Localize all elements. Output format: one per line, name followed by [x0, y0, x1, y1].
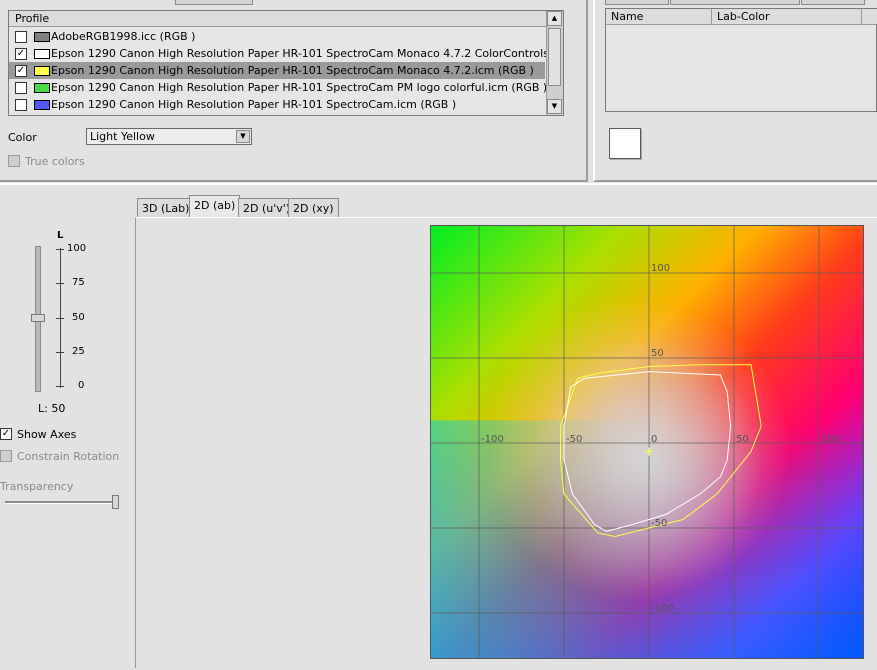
- splitter[interactable]: [0, 183, 877, 185]
- profile-row[interactable]: AdobeRGB1998.icc (RGB ): [9, 28, 545, 45]
- color-label: Color: [8, 131, 37, 144]
- toolbar-button-fragment[interactable]: [670, 0, 800, 5]
- profile-name: AdobeRGB1998.icc (RGB ): [51, 30, 196, 43]
- color-dropdown-value: Light Yellow: [90, 130, 155, 143]
- l-tick-label: 0: [78, 380, 85, 391]
- transparency-thumb[interactable]: [112, 495, 119, 509]
- b-axis-label: 50: [651, 348, 664, 359]
- tab-3d-lab[interactable]: 3D (Lab): [137, 198, 195, 217]
- profile-row[interactable]: ✓ Epson 1290 Canon High Resolution Paper …: [9, 45, 563, 62]
- profile-list[interactable]: Profile AdobeRGB1998.icc (RGB ) ✓ Epson 12…: [8, 10, 564, 116]
- l-slider-thumb[interactable]: [31, 313, 45, 322]
- l-tick-mark: [56, 386, 64, 387]
- show-axes-label: Show Axes: [17, 428, 77, 441]
- scroll-down-icon[interactable]: ▼: [547, 99, 562, 114]
- l-tick-mark: [56, 317, 64, 319]
- scroll-up-icon[interactable]: ▲: [547, 11, 562, 26]
- tab-2d-xy[interactable]: 2D (xy): [288, 198, 339, 217]
- profile-list-header[interactable]: Profile: [9, 11, 546, 27]
- toolbar-button-fragment[interactable]: [175, 0, 253, 5]
- b-axis-label: 100: [651, 263, 670, 274]
- l-tick-mark: [56, 351, 64, 353]
- profile-checkbox[interactable]: [15, 99, 27, 111]
- true-colors-label: True colors: [25, 155, 85, 168]
- ab-plot[interactable]: -100 -50 0 50 100 100 50 -50 -100: [430, 225, 864, 659]
- color-dropdown[interactable]: Light Yellow ▼: [86, 128, 252, 145]
- l-tick-label: 50: [72, 311, 85, 323]
- l-readout: L: 50: [38, 402, 66, 415]
- l-axis-title: L: [57, 230, 64, 241]
- true-colors-checkbox[interactable]: [8, 155, 20, 167]
- a-axis-label: 0: [651, 434, 657, 445]
- b-axis-label: -50: [651, 518, 667, 529]
- profile-checkbox[interactable]: [15, 31, 27, 43]
- l-tick-label: 100: [67, 243, 87, 254]
- scroll-thumb[interactable]: [548, 28, 561, 86]
- tab-2d-uv[interactable]: 2D (u'v'): [238, 198, 296, 217]
- profile-name: Epson 1290 Canon High Resolution Paper H…: [51, 81, 548, 94]
- profile-checkbox[interactable]: ✓: [15, 48, 27, 60]
- toolbar-button-fragment[interactable]: [605, 0, 669, 5]
- profile-row[interactable]: ✓ Epson 1290 Canon High Resolution Paper …: [9, 62, 545, 79]
- profile-name: Epson 1290 Canon High Resolution Paper H…: [51, 47, 564, 60]
- profile-row[interactable]: Epson 1290 Canon High Resolution Paper H…: [9, 96, 545, 113]
- a-axis-label: -50: [566, 434, 582, 445]
- lab-color-column-header[interactable]: Lab-Color: [712, 9, 862, 25]
- transparency-label: Transparency: [0, 480, 74, 493]
- profile-row[interactable]: Epson 1290 Canon High Resolution Paper H…: [9, 79, 548, 96]
- extra-column-header[interactable]: [862, 9, 877, 25]
- a-axis-label: -100: [481, 434, 504, 445]
- toolbar-button-fragment[interactable]: [801, 0, 865, 5]
- show-axes-checkbox[interactable]: ✓: [0, 428, 12, 440]
- constrain-rotation-label: Constrain Rotation: [17, 450, 120, 463]
- profile-color-swatch[interactable]: [34, 32, 50, 42]
- named-colors-list[interactable]: Name Lab-Color: [605, 8, 877, 112]
- name-column-header[interactable]: Name: [606, 9, 712, 25]
- profile-color-swatch[interactable]: [34, 100, 50, 110]
- transparency-track[interactable]: [5, 501, 117, 504]
- b-axis-label: -100: [651, 603, 674, 614]
- a-axis-label: 100: [821, 434, 840, 445]
- ab-plot-svg: -100 -50 0 50 100 100 50 -50 -100: [431, 226, 863, 658]
- l-tick-label: 75: [72, 277, 85, 289]
- color-preview-swatch: [609, 128, 641, 159]
- l-tick-label: 25: [72, 345, 85, 357]
- profile-color-swatch[interactable]: [34, 66, 50, 76]
- constrain-rotation-checkbox[interactable]: [0, 450, 12, 462]
- profile-name: Epson 1290 Canon High Resolution Paper H…: [51, 98, 457, 111]
- l-tick-mark: [56, 249, 64, 250]
- profile-color-swatch[interactable]: [34, 49, 50, 59]
- profile-color-swatch[interactable]: [34, 83, 50, 93]
- a-axis-label: 50: [736, 434, 749, 445]
- profile-checkbox[interactable]: ✓: [15, 65, 27, 77]
- profile-checkbox[interactable]: [15, 82, 27, 94]
- profile-list-scrollbar[interactable]: ▲ ▼: [546, 11, 563, 115]
- l-tick-mark: [56, 283, 64, 285]
- chevron-down-icon[interactable]: ▼: [236, 130, 250, 143]
- profile-name: Epson 1290 Canon High Resolution Paper H…: [51, 64, 534, 77]
- tab-2d-ab[interactable]: 2D (ab): [189, 195, 241, 218]
